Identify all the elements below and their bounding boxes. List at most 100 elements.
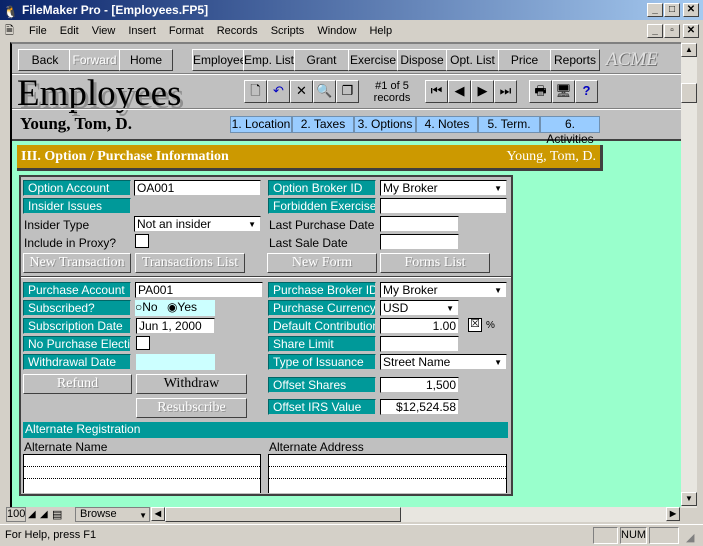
layout-area: Back Forward Home Employee Emp. List Gra… <box>10 42 681 508</box>
resubscribe-button[interactable]: Resubscribe <box>136 398 247 418</box>
tab-location[interactable]: 1. Location <box>230 116 292 133</box>
insider-type-dropdown[interactable]: Not an insider <box>134 216 261 232</box>
include-proxy-checkbox[interactable] <box>135 234 149 248</box>
back-button[interactable]: Back <box>18 49 72 71</box>
menu-file[interactable]: File <box>29 25 47 37</box>
maximize-button[interactable]: □ <box>664 3 680 17</box>
zoom-out-icon[interactable]: ◢ <box>28 509 36 520</box>
next-record-icon[interactable]: ▶ <box>471 80 494 103</box>
withdrawal-date-field[interactable] <box>136 354 215 370</box>
computer-icon[interactable]: 🖥 <box>552 80 575 103</box>
alternate-registration-bar: Alternate Registration <box>23 422 508 438</box>
close-button[interactable]: ✕ <box>683 3 699 17</box>
offset-irs-value-label: Offset IRS Value <box>268 399 376 415</box>
refund-button[interactable]: Refund <box>23 374 132 394</box>
subscribed-radio-group: ○No ◉Yes <box>135 300 215 316</box>
transactions-list-button[interactable]: Transactions List <box>135 253 245 273</box>
mode-dropdown[interactable]: Browse ▼ <box>75 507 150 522</box>
duplicate-icon[interactable]: ❐ <box>336 80 359 103</box>
vertical-scrollbar[interactable]: ▲ ▼ <box>681 43 697 508</box>
prev-record-icon[interactable]: ◀ <box>448 80 471 103</box>
default-contribution-field[interactable]: 1.00 <box>380 318 459 334</box>
offset-irs-value-field[interactable]: $12,524.58 <box>380 399 459 415</box>
scroll-left-icon[interactable]: ◀ <box>151 507 165 521</box>
nav-reports[interactable]: Reports <box>550 49 600 71</box>
nav-grant[interactable]: Grant <box>294 49 349 71</box>
menu-format[interactable]: Format <box>169 25 204 37</box>
doc-minimize-button[interactable]: _ <box>647 24 663 38</box>
horizontal-scroll-track[interactable] <box>401 507 666 522</box>
nav-opt-list[interactable]: Opt. List <box>446 49 499 71</box>
status-pane-scrl <box>649 527 679 544</box>
menu-scripts[interactable]: Scripts <box>271 25 305 37</box>
home-button[interactable]: Home <box>119 49 173 71</box>
option-account-field[interactable]: OA001 <box>134 180 261 196</box>
purchase-broker-dropdown[interactable]: My Broker <box>380 282 507 298</box>
scroll-thumb[interactable] <box>681 83 697 103</box>
tab-options[interactable]: 3. Options <box>354 116 416 133</box>
forward-button[interactable]: Forward <box>69 49 120 71</box>
subscription-date-field[interactable]: Jun 1, 2000 <box>136 318 215 334</box>
status-area-icon[interactable]: ▤ <box>52 508 62 521</box>
record-unit: records <box>373 92 411 104</box>
alternate-name-field[interactable] <box>23 454 261 493</box>
no-purchase-election-checkbox[interactable] <box>136 336 150 350</box>
menu-insert[interactable]: Insert <box>128 25 156 37</box>
resize-grip-icon[interactable]: ◢ <box>686 531 694 544</box>
tab-taxes[interactable]: 2. Taxes <box>292 116 354 133</box>
minimize-button[interactable]: _ <box>647 3 663 17</box>
new-record-icon[interactable]: 🗋 <box>244 80 267 103</box>
nav-employee[interactable]: Employee <box>192 49 246 71</box>
purchase-currency-dropdown[interactable]: USD <box>380 300 459 316</box>
tab-activities[interactable]: 6. Activities <box>540 116 600 146</box>
withdraw-button[interactable]: Withdraw <box>136 374 247 394</box>
new-form-button[interactable]: New Form <box>267 253 377 273</box>
tab-term[interactable]: 5. Term. <box>478 116 540 133</box>
type-of-issuance-dropdown[interactable]: Street Name <box>380 354 507 370</box>
nav-dispose[interactable]: Dispose <box>397 49 447 71</box>
find-icon[interactable]: 🔍 <box>313 80 336 103</box>
menu-help[interactable]: Help <box>369 25 392 37</box>
offset-shares-field[interactable]: 1,500 <box>380 377 459 393</box>
purchase-account-field[interactable]: PA001 <box>135 282 263 298</box>
last-record-icon[interactable]: ⏭ <box>494 80 517 103</box>
percent-checkbox[interactable]: ☒ <box>468 318 482 332</box>
app-icon: 🐧 <box>3 5 18 19</box>
horizontal-scroll-thumb[interactable] <box>165 507 401 522</box>
menu-records[interactable]: Records <box>217 25 258 37</box>
radio-yes[interactable]: ◉ <box>167 300 177 314</box>
last-purchase-date-field[interactable] <box>380 216 459 232</box>
help-icon[interactable]: ? <box>575 80 598 103</box>
forbidden-exercises-field[interactable] <box>380 198 507 214</box>
section-employee: Young, Tom, D. <box>506 149 596 164</box>
forms-list-button[interactable]: Forms List <box>380 253 490 273</box>
scroll-down-icon[interactable]: ▼ <box>681 492 697 506</box>
zoom-level[interactable]: 100 <box>6 507 26 522</box>
option-broker-dropdown[interactable]: My Broker <box>380 180 507 196</box>
share-limit-field[interactable] <box>380 336 459 352</box>
scroll-right-icon[interactable]: ▶ <box>666 507 680 521</box>
print-icon[interactable]: 🖶 <box>529 80 552 103</box>
menu-view[interactable]: View <box>92 25 116 37</box>
zoom-in-icon[interactable]: ◢ <box>40 509 48 520</box>
bottom-controls: 100 ◢ ◢ ▤ Browse ▼ ◀ ▶ <box>5 507 681 523</box>
nav-exercise[interactable]: Exercise <box>348 49 398 71</box>
include-proxy-label: Include in Proxy? <box>24 236 117 250</box>
option-account-label: Option Account <box>23 180 131 196</box>
delete-icon[interactable]: ✕ <box>290 80 313 103</box>
doc-restore-button[interactable]: ▫ <box>664 24 680 38</box>
nav-price[interactable]: Price <box>498 49 551 71</box>
doc-close-button[interactable]: ✕ <box>683 24 699 38</box>
scroll-up-icon[interactable]: ▲ <box>681 43 697 57</box>
menu-window[interactable]: Window <box>317 25 356 37</box>
new-transaction-button[interactable]: New Transaction <box>23 253 131 273</box>
tab-notes[interactable]: 4. Notes <box>416 116 478 133</box>
alternate-address-field[interactable] <box>268 454 507 493</box>
section-divider <box>21 276 511 278</box>
insider-issues-label: Insider Issues <box>23 198 131 214</box>
undo-icon[interactable]: ↶ <box>267 80 290 103</box>
first-record-icon[interactable]: ⏮ <box>425 80 448 103</box>
last-sale-date-field[interactable] <box>380 234 459 250</box>
menu-edit[interactable]: Edit <box>60 25 79 37</box>
nav-emp-list[interactable]: Emp. List <box>243 49 295 71</box>
